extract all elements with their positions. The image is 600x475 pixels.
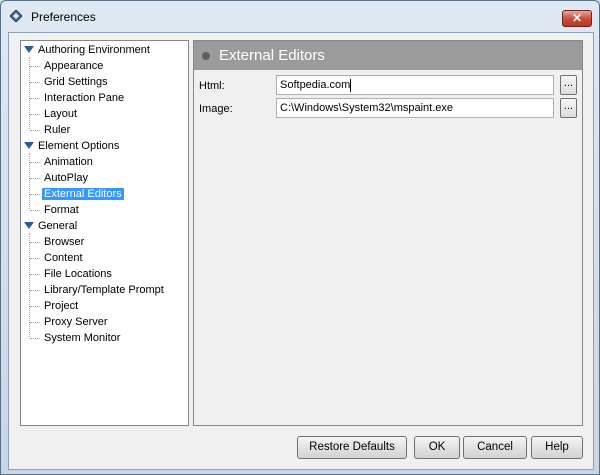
tree-connector xyxy=(30,306,40,307)
tree-group-label: Element Options xyxy=(38,140,120,152)
tree-item-proxy-server[interactable]: Proxy Server xyxy=(42,314,110,330)
tree-connector xyxy=(30,242,40,243)
diamond-icon xyxy=(10,10,22,22)
image-editor-field[interactable]: C:\Windows\System32\mspaint.exe xyxy=(276,98,554,118)
settings-panel: External Editors Html: Softpedia.com ...… xyxy=(193,40,583,426)
bullet-icon xyxy=(202,52,210,60)
tree-connector xyxy=(30,66,40,67)
tree-item-format[interactable]: Format xyxy=(42,202,81,218)
tree-item-external-editors[interactable]: External Editors xyxy=(42,186,124,202)
tree-connector xyxy=(30,114,40,115)
tree-group-element-options[interactable]: Element Options xyxy=(24,138,119,154)
tree-item-appearance[interactable]: Appearance xyxy=(42,58,105,74)
panel-header: External Editors xyxy=(194,41,582,70)
tree-item-interaction-pane[interactable]: Interaction Pane xyxy=(42,90,126,106)
tree-item-project[interactable]: Project xyxy=(42,298,80,314)
tree-item-file-locations[interactable]: File Locations xyxy=(42,266,114,282)
tree-connector xyxy=(30,162,40,163)
panel-title: External Editors xyxy=(219,47,325,64)
tree-group-general[interactable]: General xyxy=(24,218,77,234)
image-editor-value: C:\Windows\System32\mspaint.exe xyxy=(280,102,454,114)
preferences-tree[interactable]: Authoring Environment Appearance Grid Se… xyxy=(20,40,189,426)
tree-item-layout[interactable]: Layout xyxy=(42,106,79,122)
tree-connector xyxy=(30,322,40,323)
triangle-down-icon[interactable] xyxy=(24,221,34,229)
dialog-body: Authoring Environment Appearance Grid Se… xyxy=(8,32,594,470)
tree-item-animation[interactable]: Animation xyxy=(42,154,95,170)
close-icon: ✕ xyxy=(571,11,583,25)
tree-item-system-monitor[interactable]: System Monitor xyxy=(42,330,122,346)
tree-connector xyxy=(30,258,40,259)
html-browse-button[interactable]: ... xyxy=(560,75,577,95)
window-title: Preferences xyxy=(31,10,96,24)
tree-connector xyxy=(30,194,40,195)
image-label: Image: xyxy=(199,103,233,115)
tree-connector xyxy=(30,338,40,339)
tree-item-library-template-prompt[interactable]: Library/Template Prompt xyxy=(42,282,166,298)
tree-item-browser[interactable]: Browser xyxy=(42,234,86,250)
ellipsis-icon: ... xyxy=(563,100,574,112)
html-editor-field[interactable]: Softpedia.com xyxy=(276,75,554,95)
cancel-button[interactable]: Cancel xyxy=(463,436,527,459)
tree-group-authoring-environment[interactable]: Authoring Environment xyxy=(24,42,150,58)
text-caret xyxy=(350,78,352,92)
ellipsis-icon: ... xyxy=(563,77,574,89)
tree-connector xyxy=(29,57,30,129)
tree-connector xyxy=(30,98,40,99)
tree-group-label: General xyxy=(38,220,78,232)
tree-item-autoplay[interactable]: AutoPlay xyxy=(42,170,90,186)
tree-connector xyxy=(30,290,40,291)
tree-connector xyxy=(30,210,40,211)
restore-defaults-button[interactable]: Restore Defaults xyxy=(297,436,407,459)
title-bar: Preferences ✕ xyxy=(1,1,599,31)
tree-connector xyxy=(30,178,40,179)
preferences-window: Preferences ✕ Authoring Environment Appe… xyxy=(0,0,600,475)
tree-item-grid-settings[interactable]: Grid Settings xyxy=(42,74,110,90)
tree-connector xyxy=(30,274,40,275)
tree-item-content[interactable]: Content xyxy=(42,250,85,266)
triangle-down-icon[interactable] xyxy=(24,45,34,53)
close-button[interactable]: ✕ xyxy=(562,10,592,27)
help-button[interactable]: Help xyxy=(531,436,583,459)
tree-item-ruler[interactable]: Ruler xyxy=(42,122,72,138)
html-label: Html: xyxy=(199,80,225,92)
tree-group-label: Authoring Environment xyxy=(38,44,150,56)
tree-connector xyxy=(30,82,40,83)
html-editor-value: Softpedia.com xyxy=(280,79,351,91)
tree-connector xyxy=(30,130,40,131)
image-browse-button[interactable]: ... xyxy=(560,98,577,118)
triangle-down-icon[interactable] xyxy=(24,141,34,149)
ok-button[interactable]: OK xyxy=(414,436,460,459)
